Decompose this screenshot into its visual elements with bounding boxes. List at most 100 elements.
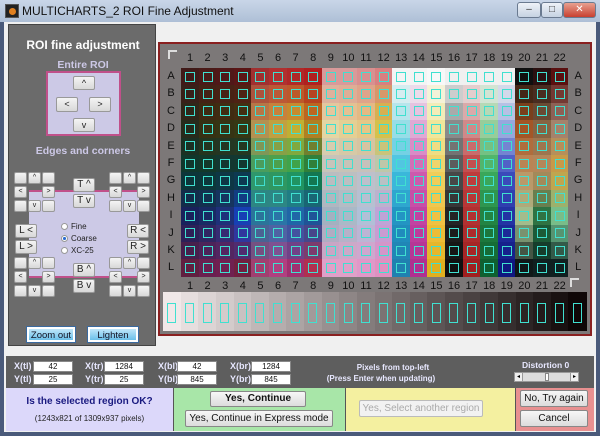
corner-br-left-button[interactable]: <	[109, 271, 122, 283]
corner-bl-down-button[interactable]: v	[28, 285, 41, 297]
edges-corners-label: Edges and corners	[35, 145, 131, 157]
patch-B14	[409, 85, 428, 103]
corner-tr-blank-button[interactable]	[109, 172, 122, 184]
corner-bl-up-button[interactable]: ^	[28, 257, 41, 269]
corner-tr-left-button[interactable]: <	[109, 186, 122, 198]
corner-bl-blank-button[interactable]	[14, 257, 27, 269]
row-label-left: F	[167, 157, 175, 169]
slider-thumb[interactable]	[545, 373, 549, 381]
patch-H22	[550, 189, 569, 208]
corner-br-down-button[interactable]: v	[123, 285, 136, 297]
distortion-slider[interactable]: ◂ ▸	[514, 372, 579, 382]
radio-fine[interactable]: Fine	[61, 222, 87, 231]
roi-square	[220, 175, 231, 186]
patch-A7	[286, 68, 305, 86]
corner-marker-tl[interactable]	[168, 50, 177, 59]
radio-xc25[interactable]: XC-25	[61, 246, 94, 255]
slider-right-arrow[interactable]: ▸	[570, 373, 578, 381]
xbr-input[interactable]: 1284	[251, 361, 291, 372]
close-button[interactable]: ✕	[563, 2, 596, 18]
corner-br-blank-button[interactable]	[109, 285, 122, 297]
xtl-input[interactable]: 42	[33, 361, 73, 372]
corner-tl-right-button[interactable]: >	[42, 186, 55, 198]
corner-br-right-button[interactable]: >	[137, 271, 150, 283]
gray-patch	[356, 292, 375, 331]
corner-tl-up-button[interactable]: ^	[28, 172, 41, 184]
corner-tr-right-button[interactable]: >	[137, 186, 150, 198]
roi-right-button[interactable]: >	[89, 97, 111, 112]
ybl-input[interactable]: 845	[177, 374, 217, 385]
roi-square	[554, 123, 565, 134]
minimize-button[interactable]: –	[517, 2, 541, 18]
column-label-bottom: 19	[500, 279, 513, 292]
roi-square	[308, 71, 319, 82]
roi-square	[325, 262, 336, 273]
corner-tl-blank-button[interactable]	[14, 200, 27, 212]
bottom-up-button[interactable]: B ^	[73, 263, 95, 277]
patch-L5	[251, 259, 269, 277]
patch-J16	[445, 224, 463, 242]
top-down-button[interactable]: T v	[73, 194, 95, 208]
column-label-top: 18	[483, 52, 496, 64]
corner-tl-blank-button[interactable]	[42, 172, 55, 184]
patch-L19	[497, 259, 516, 277]
corner-bl-blank-button[interactable]	[42, 257, 55, 269]
select-another-region-button[interactable]: Yes, Select another region	[359, 400, 483, 417]
roi-square	[449, 210, 459, 221]
corner-marker-br[interactable]	[570, 278, 579, 287]
roi-square	[185, 262, 195, 273]
radio-coarse-dot[interactable]	[61, 235, 68, 242]
patch-B1	[181, 85, 199, 103]
roi-left-button[interactable]: <	[56, 97, 78, 112]
patch-J18	[480, 224, 498, 242]
xtr-input[interactable]: 1284	[104, 361, 144, 372]
corner-tr-blank-button[interactable]	[137, 200, 150, 212]
right-right-button[interactable]: R >	[127, 240, 149, 254]
try-again-button[interactable]: No, Try again	[520, 390, 588, 407]
radio-coarse[interactable]: Coarse	[61, 234, 97, 243]
radio-xc25-dot[interactable]	[61, 247, 68, 254]
corner-br-up-button[interactable]: ^	[123, 257, 136, 269]
corner-bl-blank-button[interactable]	[14, 285, 27, 297]
corner-bl-right-button[interactable]: >	[42, 271, 55, 283]
roi-down-button[interactable]: v	[73, 118, 95, 132]
row-label-right: D	[574, 122, 583, 135]
corner-tr-blank-button[interactable]	[109, 200, 122, 212]
right-left-button[interactable]: R <	[127, 224, 149, 238]
ytr-input[interactable]: 25	[104, 374, 144, 385]
corner-br-blank-button[interactable]	[137, 285, 150, 297]
ytl-input[interactable]: 25	[33, 374, 73, 385]
roi-square	[449, 193, 459, 204]
slider-left-arrow[interactable]: ◂	[515, 373, 523, 381]
zoom-out-button[interactable]: Zoom out	[26, 326, 76, 343]
lighten-button[interactable]: Lighten	[87, 326, 139, 343]
express-mode-button[interactable]: Yes, Continue in Express mode	[185, 410, 333, 427]
patch-B13	[392, 85, 410, 103]
maximize-button[interactable]: □	[541, 2, 563, 18]
corner-tr-up-button[interactable]: ^	[123, 172, 136, 184]
corner-tl-blank-button[interactable]	[14, 172, 27, 184]
top-up-button[interactable]: T ^	[73, 178, 95, 192]
radio-fine-dot[interactable]	[61, 223, 68, 230]
corner-bl-blank-button[interactable]	[42, 285, 55, 297]
patch-E17	[462, 137, 481, 155]
patch-L16	[445, 259, 463, 277]
yes-continue-button[interactable]: Yes, Continue	[210, 391, 306, 407]
roi-square	[466, 210, 477, 221]
corner-tr-down-button[interactable]: v	[123, 200, 136, 212]
corner-tl-left-button[interactable]: <	[14, 186, 27, 198]
xbl-input[interactable]: 42	[177, 361, 217, 372]
left-right-button[interactable]: L >	[15, 240, 37, 254]
ybr-input[interactable]: 845	[251, 374, 291, 385]
patch-H1	[181, 189, 199, 208]
corner-br-blank-button[interactable]	[109, 257, 122, 269]
corner-tl-blank-button[interactable]	[42, 200, 55, 212]
corner-tl-down-button[interactable]: v	[28, 200, 41, 212]
cancel-button[interactable]: Cancel	[520, 410, 588, 427]
corner-bl-left-button[interactable]: <	[14, 271, 27, 283]
corner-tr-blank-button[interactable]	[137, 172, 150, 184]
left-left-button[interactable]: L <	[15, 224, 37, 238]
roi-up-button[interactable]: ^	[73, 76, 95, 90]
corner-br-blank-button[interactable]	[137, 257, 150, 269]
bottom-down-button[interactable]: B v	[73, 279, 95, 293]
